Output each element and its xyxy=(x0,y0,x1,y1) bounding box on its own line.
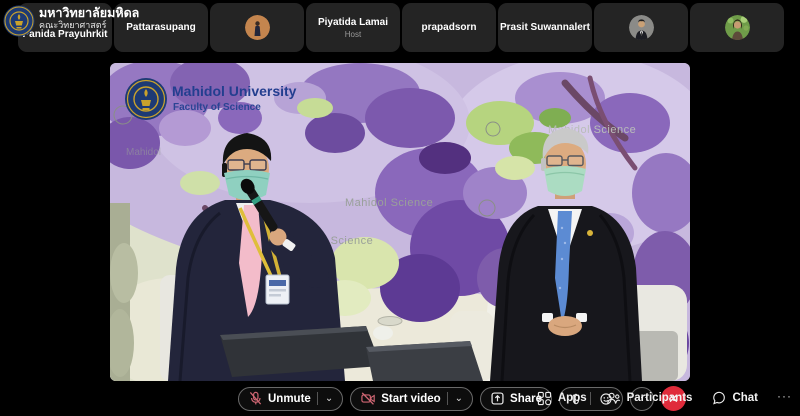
branding-text: มหาวิทยาลัยมหิดล คณะวิทยาศาสตร์ xyxy=(39,6,139,31)
svg-text:Mahidol Science: Mahidol Science xyxy=(345,197,433,209)
chevron-down-icon[interactable]: ⌄ xyxy=(325,394,333,404)
stage-logo xyxy=(125,78,167,120)
chat-label: Chat xyxy=(732,392,758,404)
mahidol-logo-icon xyxy=(3,5,35,37)
participant-tile-piyatida[interactable]: Piyatida Lamai Host xyxy=(306,3,400,52)
participants-button[interactable]: Participants xyxy=(606,391,693,406)
laptop xyxy=(366,341,483,381)
stage-scene: Mahidol Science Mahidol Science Mahidol … xyxy=(110,63,690,381)
participants-label: Participants xyxy=(627,392,693,404)
start-video-button[interactable]: Start video ⌄ xyxy=(350,387,473,411)
pill-divider xyxy=(317,392,318,405)
faculty-name-thai: คณะวิทยาศาสตร์ xyxy=(39,20,139,31)
participant-tile-avatar2[interactable] xyxy=(594,3,688,52)
stage-title: Mahidol University xyxy=(172,83,297,99)
share-screen-icon xyxy=(490,391,505,406)
woman-foliage-photo-icon xyxy=(725,15,750,40)
mic-off-icon xyxy=(248,391,263,406)
main-video-feed: Mahidol Science Mahidol Science Mahidol … xyxy=(110,63,690,381)
participant-name: prapadsorn xyxy=(421,22,476,33)
pill-divider xyxy=(447,392,448,405)
svg-text:Mahidol: Mahidol xyxy=(126,147,161,158)
chevron-down-icon[interactable]: ⌄ xyxy=(455,394,463,404)
avatar xyxy=(245,15,270,40)
meeting-toolbar: Unmute ⌄ Start video ⌄ Share xyxy=(0,381,800,416)
host-badge: Host xyxy=(345,30,361,39)
toolbar-overflow-icon[interactable]: ··· xyxy=(777,389,792,403)
participant-tile-avatar3[interactable] xyxy=(690,3,784,52)
apps-button[interactable]: Apps xyxy=(537,391,587,406)
participant-tile-prapadsorn[interactable]: prapadsorn xyxy=(402,3,496,52)
panel-controls: Apps Participants Chat ··· xyxy=(537,386,792,410)
person-photo-icon xyxy=(245,15,270,40)
apps-label: Apps xyxy=(558,392,587,404)
participant-tile-avatar1[interactable] xyxy=(210,3,304,52)
chat-button[interactable]: Chat xyxy=(711,391,758,406)
unmute-label: Unmute xyxy=(268,393,311,405)
man-in-suit-photo-icon xyxy=(629,15,654,40)
camera-off-icon xyxy=(360,391,376,406)
participants-icon xyxy=(606,391,621,406)
avatar xyxy=(629,15,654,40)
university-branding-overlay: มหาวิทยาลัยมหิดล คณะวิทยาศาสตร์ xyxy=(3,5,139,37)
chat-bubble-icon xyxy=(711,391,726,406)
start-video-label: Start video xyxy=(381,393,440,405)
participant-name: Piyatida Lamai xyxy=(318,17,388,28)
apps-grid-icon xyxy=(537,391,552,406)
university-name-thai: มหาวิทยาลัยมหิดล xyxy=(39,6,139,20)
participant-name: Prasit Suwannalert xyxy=(500,22,590,33)
meeting-window: { "branding": { "title_thai": "มหาวิทยาล… xyxy=(0,0,800,416)
stage-subtitle: Faculty of Science xyxy=(173,102,261,113)
avatar xyxy=(725,15,750,40)
unmute-button[interactable]: Unmute ⌄ xyxy=(238,387,343,411)
participant-tile-prasit[interactable]: Prasit Suwannalert xyxy=(498,3,592,52)
